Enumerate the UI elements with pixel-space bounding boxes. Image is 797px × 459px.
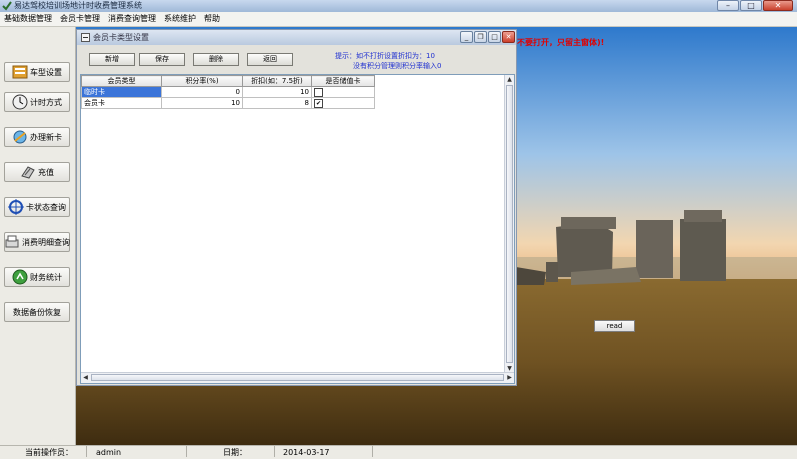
sidebar: 车型设置 计时方式 办理新卡 充值 卡状态查询 消费明细查询 财务统计 数据备份… (0, 27, 76, 445)
scroll-up-arrow-icon[interactable]: ▲ (505, 75, 514, 84)
child-close-button[interactable]: ✕ (502, 31, 515, 43)
horizontal-scrollbar[interactable]: ◀ ▶ (81, 372, 514, 383)
child-maximize-button[interactable]: □ (488, 31, 501, 43)
sidebar-item-backup[interactable]: 数据备份恢复 (4, 302, 70, 322)
tip-line-1: 提示：如不打折设置折扣为：10 (335, 52, 435, 60)
cell-member-type[interactable]: 会员卡 (81, 97, 162, 109)
member-card-type-window: 会员卡类型设置 _ ❐ □ ✕ 新增 保存 删除 返回 提示：如不打折设置折扣为… (76, 29, 517, 386)
cell-member-type[interactable]: 临时卡 (81, 86, 162, 98)
status-divider (372, 446, 373, 457)
operator-value: admin (96, 448, 122, 457)
app-titlebar: 易达驾校培训场地计时收费管理系统 – □ ✕ (0, 0, 797, 12)
table-row[interactable]: 会员卡 10 8 ✔ (81, 97, 375, 109)
sidebar-item-card-status[interactable]: 卡状态查询 (4, 197, 70, 217)
cell-discount[interactable]: 8 (242, 97, 312, 109)
maximize-button[interactable]: □ (740, 0, 762, 11)
delete-button[interactable]: 删除 (193, 53, 239, 66)
sidebar-item-recharge[interactable]: 充值 (4, 162, 70, 182)
minimize-button[interactable]: – (717, 0, 739, 11)
menu-member-card[interactable]: 会员卡管理 (56, 12, 104, 26)
clock-icon (12, 94, 28, 110)
member-type-table: 会员类型 积分率(%) 折扣(如：7.5折) 是否储值卡 临时卡 0 10 会员… (81, 75, 375, 109)
recharge-icon (21, 166, 35, 179)
date-value: 2014-03-17 (283, 448, 330, 457)
car-type-icon (12, 65, 28, 79)
sidebar-item-label: 卡状态查询 (26, 202, 66, 212)
cell-points-rate[interactable]: 10 (161, 97, 243, 109)
consumption-detail-icon (5, 235, 19, 248)
warning-text: 不要打开，只留主窗体)! (517, 38, 605, 47)
tip-line-2: 没有积分管理则积分率输入0 (353, 62, 442, 70)
child-minimize-button[interactable]: _ (460, 31, 473, 43)
app-title: 易达驾校培训场地计时收费管理系统 (14, 1, 142, 10)
sidebar-item-car-type[interactable]: 车型设置 (4, 62, 70, 82)
sidebar-item-finance[interactable]: 财务统计 (4, 267, 70, 287)
status-divider (186, 446, 187, 457)
sidebar-item-new-card[interactable]: 办理新卡 (4, 127, 70, 147)
table-header-row: 会员类型 积分率(%) 折扣(如：7.5折) 是否储值卡 (81, 75, 375, 87)
sidebar-item-label: 数据备份恢复 (13, 307, 61, 317)
horizontal-scroll-thumb[interactable] (91, 374, 504, 381)
child-titlebar: 会员卡类型设置 _ ❐ □ ✕ (77, 30, 516, 45)
status-divider (274, 446, 275, 457)
table-row[interactable]: 临时卡 0 10 (81, 86, 375, 98)
date-label: 日期： (223, 448, 247, 457)
menu-basic-data[interactable]: 基础数据管理 (0, 12, 56, 26)
menubar: 基础数据管理 会员卡管理 消费查询管理 系统维护 帮助 (0, 12, 797, 27)
child-window-controls: _ ❐ □ ✕ (460, 31, 515, 43)
sidebar-item-label: 财务统计 (30, 272, 62, 282)
column-header-stored-value[interactable]: 是否储值卡 (311, 75, 375, 87)
menu-consumption-query[interactable]: 消费查询管理 (104, 12, 160, 26)
menu-help[interactable]: 帮助 (200, 12, 224, 26)
stored-value-checkbox[interactable]: ✔ (314, 98, 323, 108)
system-menu-icon[interactable] (81, 33, 90, 42)
sidebar-item-label: 车型设置 (30, 67, 62, 77)
stored-value-checkbox[interactable] (314, 87, 323, 97)
sidebar-item-consumption-detail[interactable]: 消费明细查询 (4, 232, 70, 252)
close-button[interactable]: ✕ (763, 0, 793, 11)
window-controls: – □ ✕ (717, 0, 793, 12)
child-restore-button[interactable]: ❐ (474, 31, 487, 43)
scroll-left-arrow-icon[interactable]: ◀ (81, 373, 90, 382)
operator-label: 当前操作员： (25, 448, 73, 457)
sidebar-item-label: 办理新卡 (30, 132, 62, 142)
child-title: 会员卡类型设置 (93, 33, 149, 42)
cell-stored-value (311, 86, 375, 98)
cell-points-rate[interactable]: 0 (161, 86, 243, 98)
vertical-scrollbar[interactable]: ▲ ▼ (504, 75, 514, 373)
vertical-scroll-thumb[interactable] (506, 85, 513, 363)
back-button[interactable]: 返回 (247, 53, 293, 66)
column-header-discount[interactable]: 折扣(如：7.5折) (242, 75, 312, 87)
finance-icon (12, 269, 28, 285)
scroll-right-arrow-icon[interactable]: ▶ (505, 373, 514, 382)
column-header-member-type[interactable]: 会员类型 (81, 75, 162, 87)
menu-system[interactable]: 系统维护 (160, 12, 200, 26)
read-button[interactable]: read (594, 320, 635, 332)
sidebar-item-timing[interactable]: 计时方式 (4, 92, 70, 112)
save-button[interactable]: 保存 (139, 53, 185, 66)
add-button[interactable]: 新增 (89, 53, 135, 66)
sidebar-item-label: 消费明细查询 (22, 237, 70, 247)
cell-stored-value: ✔ (311, 97, 375, 109)
cell-discount[interactable]: 10 (242, 86, 312, 98)
sidebar-item-label: 计时方式 (30, 97, 62, 107)
new-card-icon (13, 130, 27, 144)
member-type-grid[interactable]: 会员类型 积分率(%) 折扣(如：7.5折) 是否储值卡 临时卡 0 10 会员… (80, 74, 515, 384)
statusbar: 当前操作员： admin 日期： 2014-03-17 (0, 445, 797, 459)
app-logo-icon (2, 1, 12, 11)
card-status-icon (8, 199, 24, 215)
status-divider (86, 446, 87, 457)
column-header-points-rate[interactable]: 积分率(%) (161, 75, 243, 87)
sidebar-item-label: 充值 (38, 167, 54, 177)
